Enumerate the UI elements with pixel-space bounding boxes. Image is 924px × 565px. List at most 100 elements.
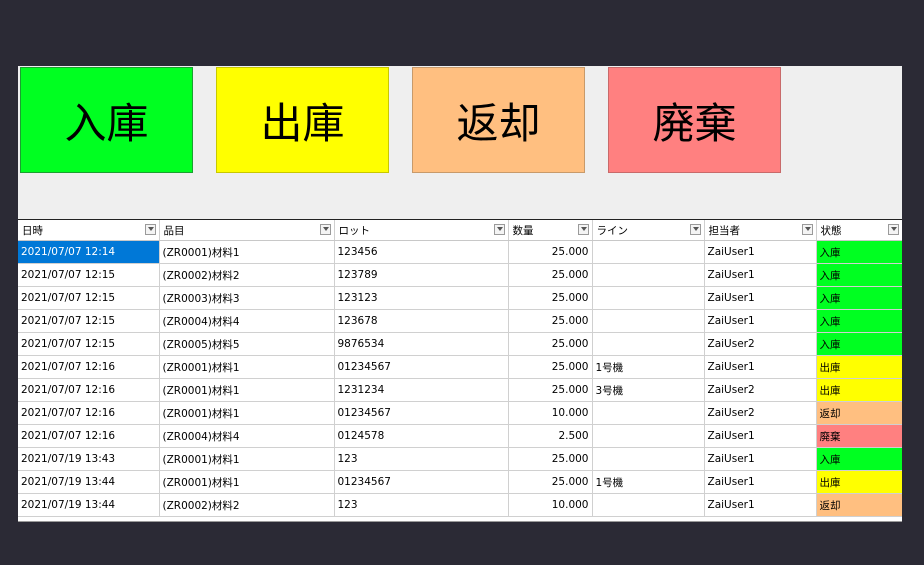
datetime-cell[interactable]: 2021/07/19 13:43 (18, 447, 160, 471)
datetime-cell[interactable]: 2021/07/19 13:44 (18, 493, 160, 517)
item-cell[interactable]: (ZR0001)材料1 (159, 355, 335, 379)
return-button[interactable]: 返却 (412, 67, 585, 173)
user-cell[interactable]: ZaiUser2 (704, 332, 817, 356)
datetime-cell[interactable]: 2021/07/07 12:15 (18, 263, 160, 287)
status-cell[interactable]: 入庫 (816, 332, 902, 356)
item-cell[interactable]: (ZR0005)材料5 (159, 332, 335, 356)
filter-dropdown-icon[interactable] (144, 224, 156, 235)
line-cell[interactable] (592, 401, 705, 425)
table-row[interactable]: 2021/07/07 12:14 (ZR0001)材料1 123456 25.000 Z… (18, 240, 902, 264)
status-cell[interactable]: 入庫 (816, 240, 902, 264)
filter-dropdown-icon[interactable] (493, 224, 505, 235)
table-row[interactable]: 2021/07/07 12:16 (ZR0004)材料4 0124578 2.500 Z… (18, 424, 902, 448)
status-cell[interactable]: 入庫 (816, 447, 902, 471)
user-cell[interactable]: ZaiUser2 (704, 378, 817, 402)
datetime-cell[interactable]: 2021/07/07 12:15 (18, 286, 160, 310)
line-cell[interactable] (592, 286, 705, 310)
user-cell[interactable]: ZaiUser1 (704, 470, 817, 494)
datetime-cell[interactable]: 2021/07/07 12:16 (18, 378, 160, 402)
status-cell[interactable]: 返却 (816, 401, 902, 425)
quantity-cell[interactable]: 25.000 (508, 355, 593, 379)
line-cell[interactable] (592, 240, 705, 264)
status-cell[interactable]: 出庫 (816, 355, 902, 379)
quantity-cell[interactable]: 25.000 (508, 240, 593, 264)
stock-in-button[interactable]: 入庫 (20, 67, 193, 173)
lot-cell[interactable]: 123 (334, 447, 509, 471)
quantity-cell[interactable]: 25.000 (508, 332, 593, 356)
column-header-user[interactable]: 担当者 (704, 220, 817, 241)
status-cell[interactable]: 入庫 (816, 309, 902, 333)
user-cell[interactable]: ZaiUser1 (704, 355, 817, 379)
table-row[interactable]: 2021/07/07 12:16 (ZR0001)材料1 1231234 25.000… (18, 378, 902, 402)
table-row[interactable]: 2021/07/07 12:15 (ZR0003)材料3 123123 25.000 Z… (18, 286, 902, 310)
line-cell[interactable]: 1号機 (592, 355, 705, 379)
item-cell[interactable]: (ZR0004)材料4 (159, 309, 335, 333)
lot-cell[interactable]: 01234567 (334, 355, 509, 379)
datetime-cell[interactable]: 2021/07/07 12:16 (18, 355, 160, 379)
quantity-cell[interactable]: 25.000 (508, 378, 593, 402)
quantity-cell[interactable]: 25.000 (508, 470, 593, 494)
filter-dropdown-icon[interactable] (801, 224, 813, 235)
column-header-datetime[interactable]: 日時 (18, 220, 160, 241)
datetime-cell[interactable]: 2021/07/07 12:16 (18, 401, 160, 425)
item-cell[interactable]: (ZR0004)材料4 (159, 424, 335, 448)
user-cell[interactable]: ZaiUser1 (704, 286, 817, 310)
line-cell[interactable] (592, 447, 705, 471)
line-cell[interactable]: 1号機 (592, 470, 705, 494)
column-header-lot[interactable]: ロット (334, 220, 509, 241)
quantity-cell[interactable]: 2.500 (508, 424, 593, 448)
user-cell[interactable]: ZaiUser1 (704, 263, 817, 287)
datetime-cell[interactable]: 2021/07/07 12:16 (18, 424, 160, 448)
datetime-cell[interactable]: 2021/07/07 12:14 (18, 240, 160, 264)
column-header-quantity[interactable]: 数量 (508, 220, 593, 241)
datetime-cell[interactable]: 2021/07/07 12:15 (18, 309, 160, 333)
line-cell[interactable] (592, 332, 705, 356)
item-cell[interactable]: (ZR0002)材料2 (159, 493, 335, 517)
user-cell[interactable]: ZaiUser1 (704, 424, 817, 448)
lot-cell[interactable]: 123678 (334, 309, 509, 333)
table-row[interactable]: 2021/07/19 13:43 (ZR0001)材料1 123 25.000 ZaiU… (18, 447, 902, 471)
column-header-status[interactable]: 状態 (816, 220, 902, 241)
line-cell[interactable]: 3号機 (592, 378, 705, 402)
filter-dropdown-icon[interactable] (577, 224, 589, 235)
stock-out-button[interactable]: 出庫 (216, 67, 389, 173)
item-cell[interactable]: (ZR0001)材料1 (159, 378, 335, 402)
lot-cell[interactable]: 9876534 (334, 332, 509, 356)
column-header-line[interactable]: ライン (592, 220, 705, 241)
line-cell[interactable] (592, 493, 705, 517)
discard-button[interactable]: 廃棄 (608, 67, 781, 173)
filter-dropdown-icon[interactable] (887, 224, 899, 235)
lot-cell[interactable]: 123456 (334, 240, 509, 264)
lot-cell[interactable]: 01234567 (334, 401, 509, 425)
filter-dropdown-icon[interactable] (319, 224, 331, 235)
line-cell[interactable] (592, 263, 705, 287)
lot-cell[interactable]: 1231234 (334, 378, 509, 402)
lot-cell[interactable]: 123789 (334, 263, 509, 287)
quantity-cell[interactable]: 25.000 (508, 263, 593, 287)
table-row[interactable]: 2021/07/19 13:44 (ZR0001)材料1 01234567 25.00… (18, 470, 902, 494)
table-row[interactable]: 2021/07/07 12:15 (ZR0004)材料4 123678 25.000 Z… (18, 309, 902, 333)
quantity-cell[interactable]: 25.000 (508, 286, 593, 310)
user-cell[interactable]: ZaiUser2 (704, 401, 817, 425)
item-cell[interactable]: (ZR0001)材料1 (159, 447, 335, 471)
table-row[interactable]: 2021/07/07 12:16 (ZR0001)材料1 01234567 25.00… (18, 355, 902, 379)
lot-cell[interactable]: 123 (334, 493, 509, 517)
table-row[interactable]: 2021/07/19 13:44 (ZR0002)材料2 123 10.000 ZaiU… (18, 493, 902, 517)
quantity-cell[interactable]: 25.000 (508, 309, 593, 333)
item-cell[interactable]: (ZR0002)材料2 (159, 263, 335, 287)
status-cell[interactable]: 入庫 (816, 286, 902, 310)
lot-cell[interactable]: 123123 (334, 286, 509, 310)
line-cell[interactable] (592, 309, 705, 333)
item-cell[interactable]: (ZR0001)材料1 (159, 470, 335, 494)
quantity-cell[interactable]: 10.000 (508, 493, 593, 517)
item-cell[interactable]: (ZR0001)材料1 (159, 401, 335, 425)
user-cell[interactable]: ZaiUser1 (704, 240, 817, 264)
table-row[interactable]: 2021/07/07 12:15 (ZR0005)材料5 9876534 25.000… (18, 332, 902, 356)
lot-cell[interactable]: 0124578 (334, 424, 509, 448)
user-cell[interactable]: ZaiUser1 (704, 309, 817, 333)
item-cell[interactable]: (ZR0001)材料1 (159, 240, 335, 264)
status-cell[interactable]: 廃棄 (816, 424, 902, 448)
datetime-cell[interactable]: 2021/07/19 13:44 (18, 470, 160, 494)
line-cell[interactable] (592, 424, 705, 448)
quantity-cell[interactable]: 25.000 (508, 447, 593, 471)
